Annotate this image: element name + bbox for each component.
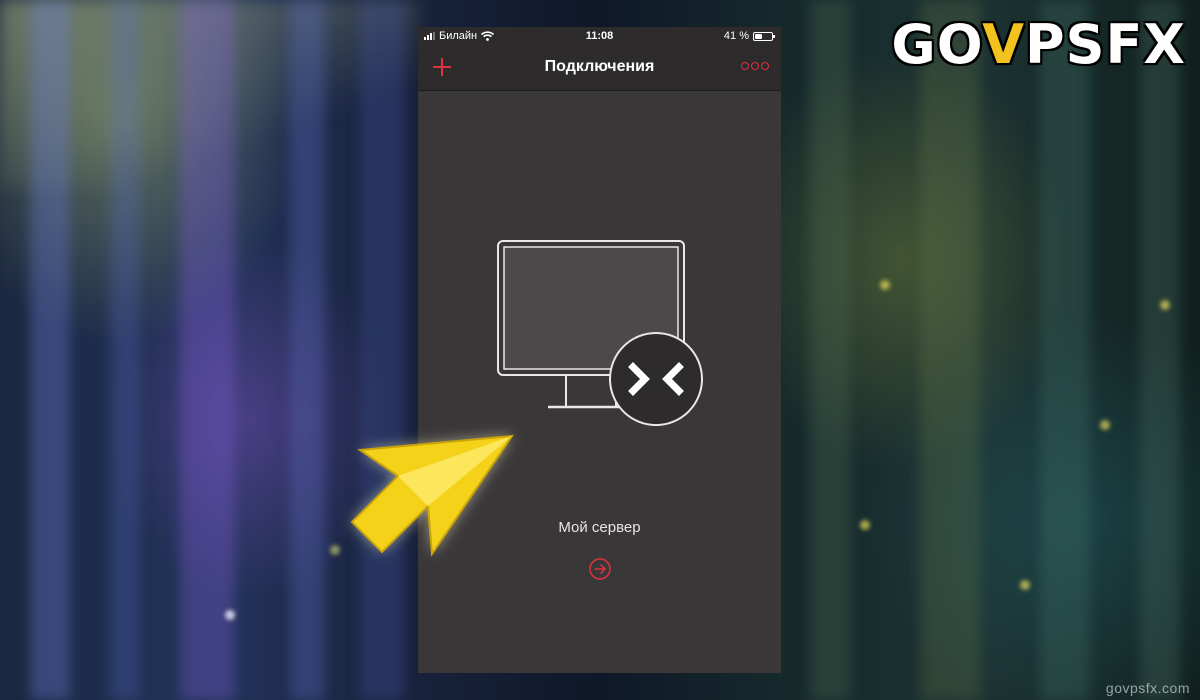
brand-logo: GOVPSFX (891, 13, 1186, 76)
battery-icon (753, 31, 775, 41)
page-title: Подключения (544, 58, 655, 75)
connections-list: Мой сервер (418, 91, 781, 673)
arrow-right-circle-icon[interactable] (589, 558, 611, 580)
navigation-bar: Подключения (418, 45, 781, 91)
more-dots-icon[interactable] (741, 62, 769, 70)
remote-desktop-monitor-icon[interactable] (496, 239, 706, 429)
status-bar: Билайн 11:08 41 % (418, 27, 781, 45)
watermark: govpsfx.com (1105, 680, 1190, 696)
pointer-arrow-icon (350, 434, 515, 557)
battery-percent: 41 % (723, 30, 749, 42)
